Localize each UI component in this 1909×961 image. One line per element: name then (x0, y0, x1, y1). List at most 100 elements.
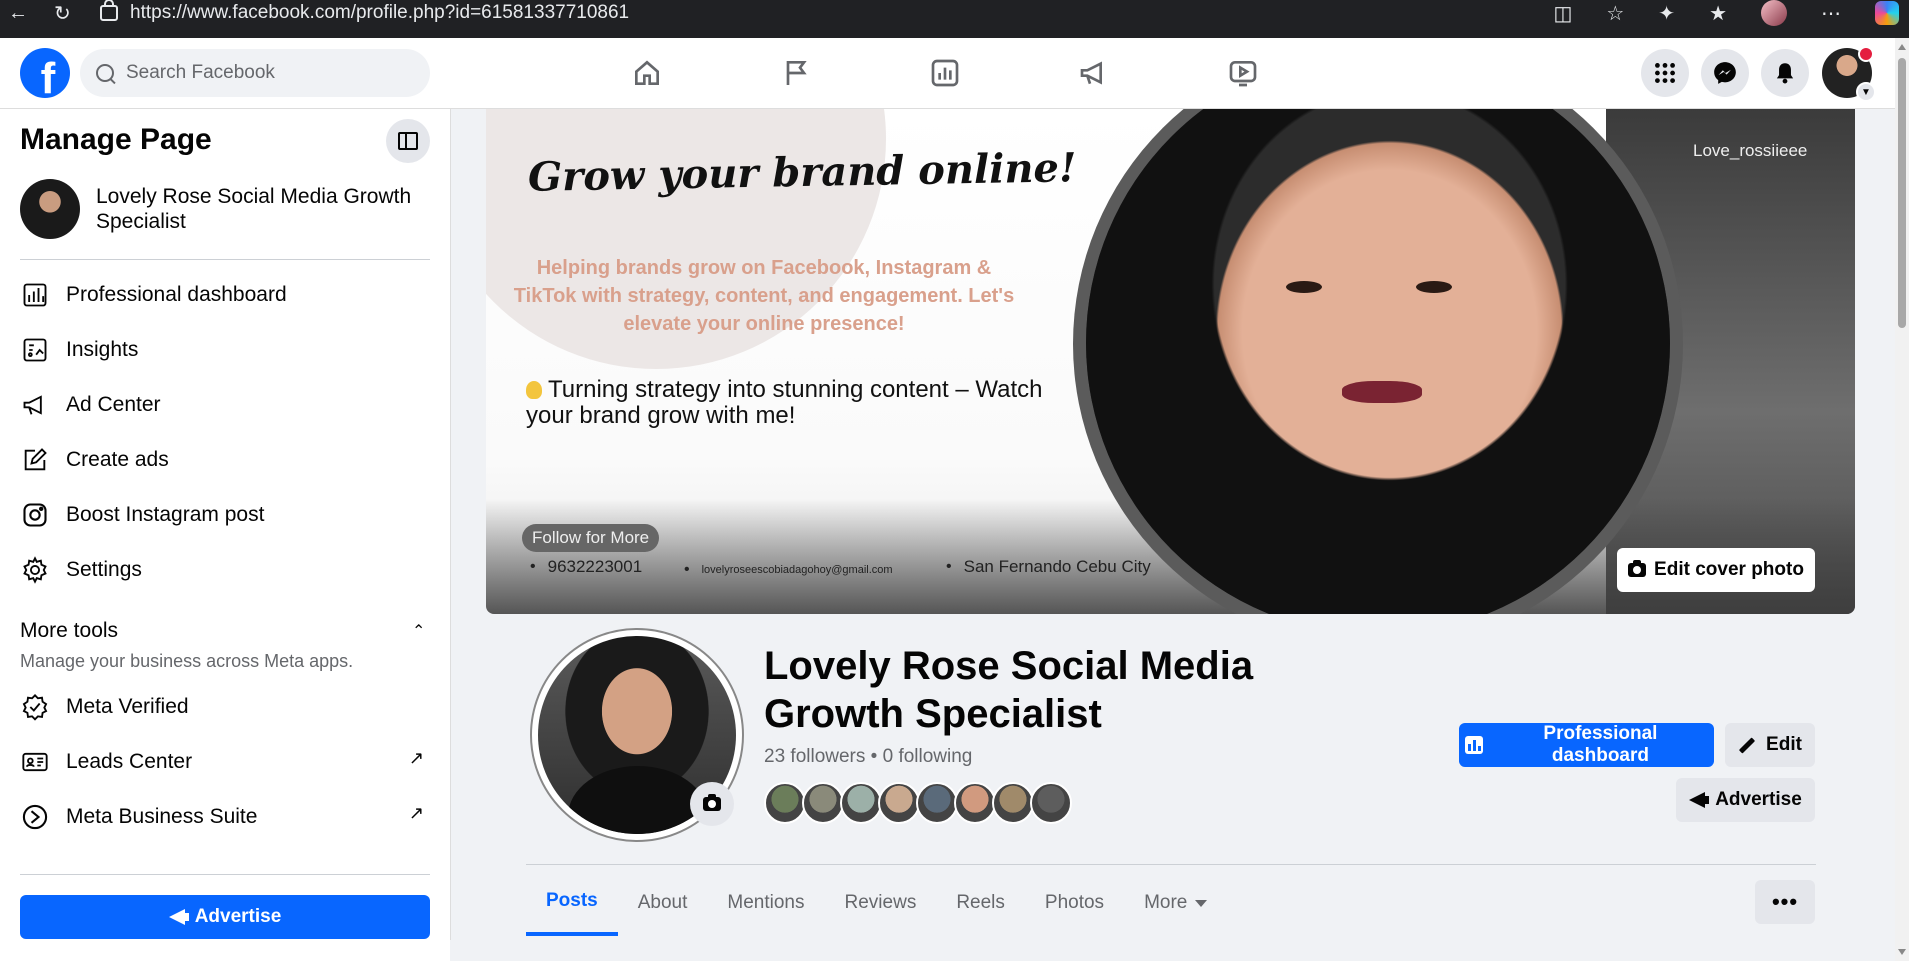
cover-tagline-text: Turning strategy into stunning content –… (526, 376, 1043, 429)
refresh-icon[interactable]: ↻ (54, 0, 71, 26)
follower-avatar[interactable] (954, 782, 996, 824)
copilot-icon[interactable] (1875, 1, 1899, 25)
location-text: San Fernando Cebu City (963, 557, 1151, 576)
tab-more[interactable]: More (1124, 870, 1227, 936)
lightbulb-icon (526, 381, 542, 399)
cover-phone: 9632223001 (530, 557, 643, 577)
phone-text: 9632223001 (547, 557, 643, 576)
follower-avatar[interactable] (916, 782, 958, 824)
megaphone-icon[interactable] (1064, 38, 1124, 108)
email-text: lovelyroseescobiadagohoy@gmail.com (701, 564, 893, 576)
sidebar-item-meta-verified[interactable]: Meta Verified (20, 683, 430, 731)
page-scrollbar[interactable] (1895, 38, 1909, 961)
follower-avatar[interactable] (1030, 782, 1072, 824)
tab-label: Reels (956, 892, 1005, 913)
gear-icon (20, 555, 50, 585)
update-profile-picture-button[interactable] (690, 782, 734, 826)
flag-icon[interactable] (766, 38, 826, 108)
tab-label: Photos (1044, 892, 1105, 913)
favorite-star-icon[interactable]: ☆ (1606, 1, 1624, 26)
more-options-button[interactable]: ••• (1755, 880, 1815, 924)
leads-icon (20, 747, 50, 777)
address-bar[interactable]: https://www.facebook.com/profile.php?id=… (100, 0, 629, 26)
more-tools-heading[interactable]: More tools (20, 619, 118, 643)
search-input[interactable] (124, 61, 378, 85)
sidebar-item-insights[interactable]: Insights (20, 326, 430, 374)
tab-reviews[interactable]: Reviews (825, 870, 937, 936)
sidebar-item-settings[interactable]: Settings (20, 546, 430, 594)
page-avatar (20, 179, 80, 239)
notifications-icon[interactable] (1761, 49, 1809, 97)
external-link-icon: ↗ (408, 748, 424, 768)
sidebar-item-label: Insights (66, 338, 139, 361)
edit-label: Edit (1766, 734, 1802, 755)
manage-page-sidebar: Manage Page Lovely Rose Social Media Gro… (0, 109, 451, 961)
scroll-up-icon[interactable] (1898, 44, 1906, 50)
professional-dashboard-label: Professional dashboard (1543, 723, 1658, 766)
follower-avatars[interactable] (764, 782, 1072, 824)
split-screen-icon[interactable]: ◫ (1553, 1, 1572, 26)
edit-page-button[interactable]: Edit (1725, 723, 1815, 767)
browser-profile-avatar[interactable] (1761, 0, 1787, 26)
sidebar-item-label: Leads Center (66, 750, 193, 773)
extensions-icon[interactable]: ✦ (1658, 1, 1675, 26)
insights-icon[interactable] (915, 38, 975, 108)
edit-cover-photo-button[interactable]: Edit cover photo (1617, 548, 1815, 592)
divider (20, 259, 430, 260)
dashboard-icon (20, 280, 50, 310)
sidebar-item-professional-dashboard[interactable]: Professional dashboard (20, 271, 430, 319)
tab-reels[interactable]: Reels (936, 870, 1025, 936)
scrollbar-thumb[interactable] (1898, 58, 1906, 328)
professional-dashboard-button[interactable]: Professional dashboard (1459, 723, 1714, 767)
facebook-logo[interactable]: f (20, 48, 70, 98)
search-box[interactable] (80, 49, 430, 97)
profile-picture[interactable] (530, 628, 744, 842)
tab-label: Mentions (727, 892, 805, 913)
instagram-icon (20, 500, 50, 530)
cover-headline: Grow your brand online! (527, 144, 1077, 201)
profile-photo-body (568, 766, 708, 834)
sidebar-item-leads-center[interactable]: Leads Center ↗ (20, 738, 430, 786)
caret-down-icon (1195, 899, 1208, 907)
followers-count[interactable]: 23 followers • 0 following (764, 746, 972, 768)
menu-grid-icon[interactable] (1641, 49, 1689, 97)
advertise-button[interactable]: Advertise (1676, 778, 1815, 822)
chevron-up-icon[interactable]: ⌃ (412, 621, 425, 641)
follower-avatar[interactable] (878, 782, 920, 824)
tab-label: Reviews (844, 892, 917, 913)
sidebar-advertise-button[interactable]: Advertise (20, 895, 430, 939)
messenger-icon[interactable] (1701, 49, 1749, 97)
sidebar-item-label: Settings (66, 558, 142, 581)
back-icon[interactable]: ← (8, 0, 28, 26)
follower-avatar[interactable] (992, 782, 1034, 824)
follower-avatar[interactable] (802, 782, 844, 824)
verified-icon (20, 692, 50, 722)
tab-photos[interactable]: Photos (1025, 870, 1124, 936)
sidebar-item-ad-center[interactable]: Ad Center (20, 381, 430, 429)
tab-label: Posts (546, 890, 598, 911)
edit-cover-label: Edit cover photo (1654, 559, 1804, 580)
collapse-sidebar-button[interactable] (386, 119, 430, 163)
tab-posts[interactable]: Posts (526, 870, 618, 936)
video-icon[interactable] (1213, 38, 1273, 108)
tab-about[interactable]: About (618, 870, 708, 936)
browser-menu-icon[interactable]: ⋯ (1821, 1, 1841, 26)
camera-icon (703, 794, 721, 811)
facebook-header: f ▼ (0, 38, 1895, 109)
sidebar-item-meta-business-suite[interactable]: Meta Business Suite ↗ (20, 793, 430, 841)
sidebar-item-label: Create ads (66, 448, 169, 471)
sidebar-item-label: Professional dashboard (66, 283, 287, 306)
follower-avatar[interactable] (764, 782, 806, 824)
home-icon[interactable] (617, 38, 677, 108)
sidebar-item-boost-instagram[interactable]: Boost Instagram post (20, 491, 430, 539)
scroll-down-icon[interactable] (1898, 949, 1906, 955)
follower-avatar[interactable] (840, 782, 882, 824)
sidebar-item-create-ads[interactable]: Create ads (20, 436, 430, 484)
profile-tabs: Posts About Mentions Reviews Reels Photo… (526, 870, 1227, 940)
sidebar-page-switcher[interactable]: Lovely Rose Social Media Growth Speciali… (20, 179, 436, 239)
search-icon (96, 64, 114, 82)
favorites-icon[interactable]: ★ (1709, 1, 1727, 26)
chevron-down-icon: ▼ (1856, 82, 1876, 102)
account-avatar[interactable]: ▼ (1822, 46, 1876, 102)
tab-mentions[interactable]: Mentions (707, 870, 824, 936)
